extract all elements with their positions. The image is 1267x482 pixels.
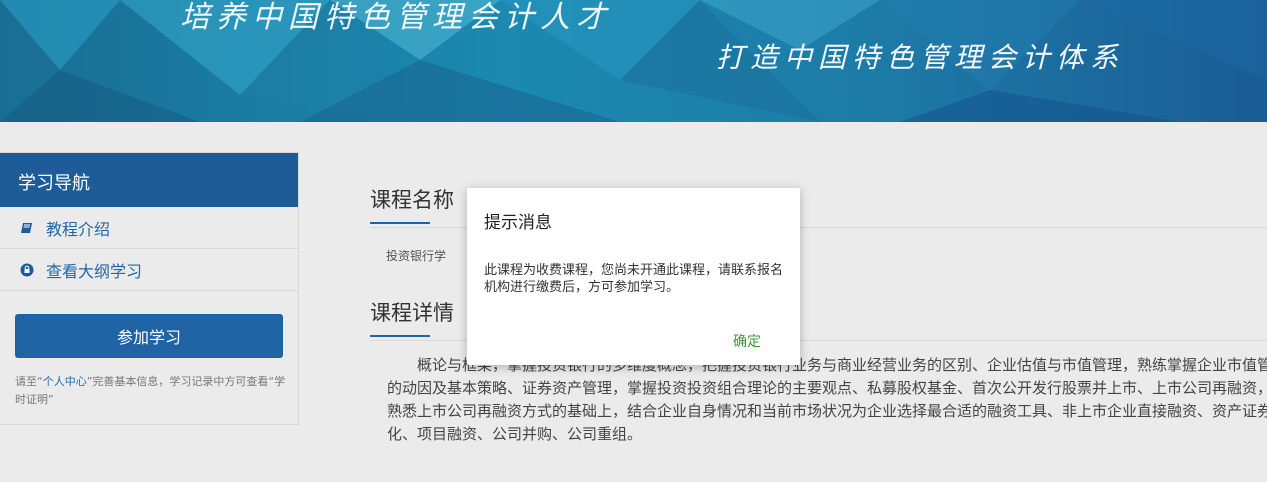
notice-dialog: 提示消息 此课程为收费课程，您尚未开通此课程，请联系报名机构进行缴费后，方可参加… (467, 188, 800, 365)
sidebar-title: 学习导航 (0, 153, 298, 207)
heading-underline (370, 335, 430, 337)
course-detail-heading: 课程详情 (370, 297, 454, 337)
sidebar-item-course-intro[interactable]: 教程介绍 (0, 207, 298, 249)
outline-icon (18, 261, 36, 279)
book-icon (18, 219, 36, 237)
personal-center-link[interactable]: 个人中心 (43, 375, 87, 388)
course-description: 概论与框架，掌握投资银行的多维度概念，把握投资银行业务与商业经营业务的区别、企业… (387, 356, 1267, 443)
sidebar-item-label: 教程介绍 (46, 219, 111, 239)
dialog-title: 提示消息 (484, 213, 552, 233)
sidebar-item-outline[interactable]: 查看大纲学习 (0, 249, 298, 291)
learning-nav-sidebar: 学习导航 教程介绍 查看大纲学习 参加学习 请至“个人中心”完善基本信息，学习记… (0, 152, 299, 425)
sidebar-item-label: 查看大纲学习 (46, 261, 143, 281)
sidebar-note: 请至“个人中心”完善基本信息，学习记录中方可查看“学时证明” (15, 373, 287, 409)
banner-slogan-right: 打造中国特色管理会计体系 (716, 41, 1125, 74)
confirm-button[interactable]: 确定 (733, 331, 761, 351)
note-prefix: 请至“ (15, 375, 43, 388)
banner-slogan-left: 培养中国特色管理会计人才 (180, 0, 612, 35)
heading-underline (370, 222, 430, 224)
course-name-value: 投资银行学 (386, 249, 447, 263)
header-banner: 培养中国特色管理会计人才 打造中国特色管理会计体系 (0, 0, 1267, 122)
dialog-message: 此课程为收费课程，您尚未开通此课程，请联系报名机构进行缴费后，方可参加学习。 (484, 263, 784, 295)
course-name-heading: 课程名称 (370, 184, 454, 224)
join-study-button[interactable]: 参加学习 (15, 314, 283, 358)
